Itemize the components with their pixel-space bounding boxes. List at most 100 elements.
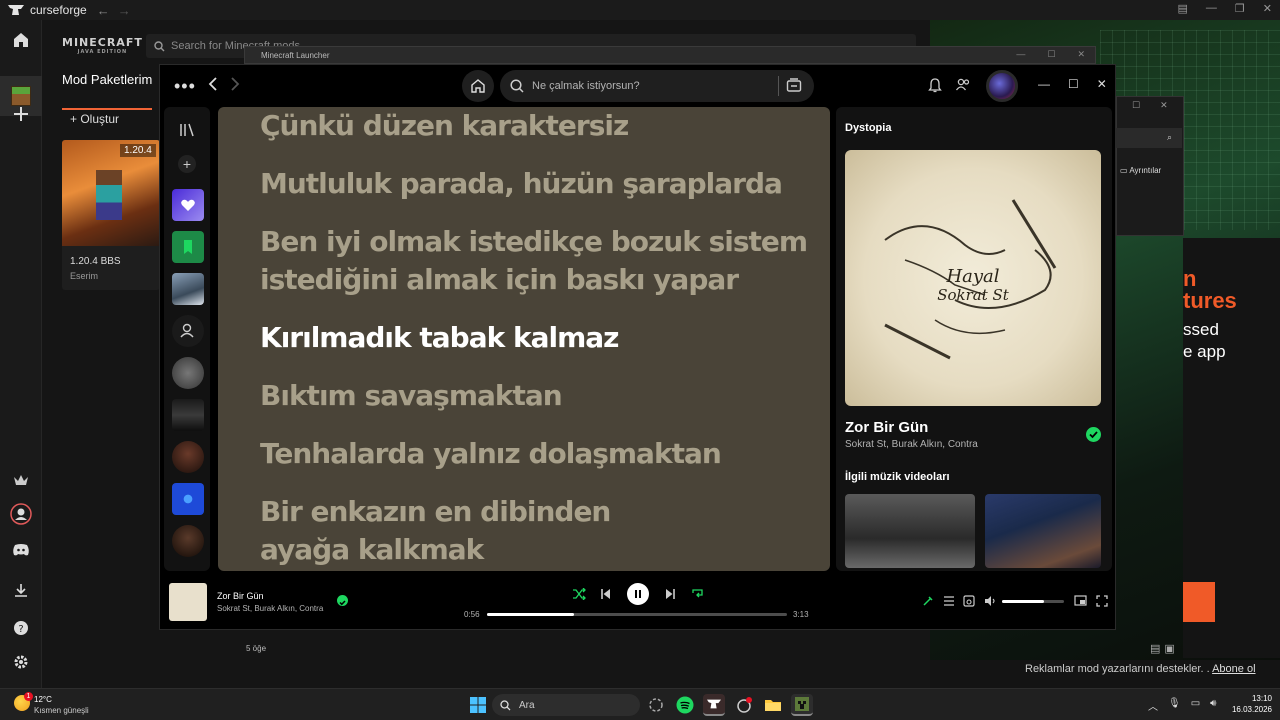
weather-temperature[interactable]: 12°C bbox=[34, 695, 52, 704]
curseforge-app-icon[interactable] bbox=[703, 694, 725, 716]
launcher-restore-icon[interactable]: ☐ bbox=[1047, 49, 1055, 60]
aux-close-icon[interactable]: ✕ bbox=[1160, 100, 1168, 111]
saved-check-icon[interactable] bbox=[1086, 427, 1101, 442]
track-title[interactable]: Zor Bir Gün bbox=[845, 419, 928, 436]
user-avatar[interactable] bbox=[986, 70, 1018, 102]
microphone-icon[interactable]: 🎙︎ bbox=[1168, 698, 1181, 713]
lyric-line[interactable]: Bir enkazın en dibinden bbox=[260, 495, 611, 528]
lyric-line[interactable]: Ben iyi olmak istedikçe bozuk sistem bbox=[260, 225, 808, 258]
more-options-icon[interactable]: ••• bbox=[174, 76, 196, 97]
spotify-minimize-icon[interactable]: — bbox=[1038, 77, 1050, 91]
tab-my-modpacks[interactable]: Mod Paketlerim bbox=[62, 70, 153, 110]
aux-restore-icon[interactable]: ☐ bbox=[1132, 100, 1140, 111]
forward-arrow-icon[interactable]: → bbox=[118, 3, 131, 18]
details-button[interactable]: ▭ Ayrıntılar bbox=[1120, 166, 1161, 175]
notifications-bell-icon[interactable] bbox=[928, 77, 942, 93]
lyric-line[interactable]: ayağa kalkmak bbox=[260, 533, 484, 566]
back-arrow-icon[interactable]: ← bbox=[97, 3, 110, 18]
app-with-notification-icon[interactable] bbox=[733, 694, 755, 716]
launcher-close-icon[interactable]: ✕ bbox=[1077, 49, 1085, 60]
fullscreen-icon[interactable] bbox=[1096, 595, 1108, 607]
volume-icon[interactable] bbox=[984, 595, 997, 607]
network-icon[interactable]: ▭ bbox=[1191, 698, 1200, 713]
lyric-line[interactable]: Mutluluk parada, hüzün şaraplarda bbox=[260, 167, 783, 200]
clock-time[interactable]: 13:10 bbox=[1232, 694, 1272, 703]
taskbar-search[interactable]: Ara bbox=[492, 694, 640, 716]
restore-icon[interactable]: ❐ bbox=[1235, 2, 1245, 15]
video-thumbnail-1[interactable] bbox=[845, 494, 975, 568]
windows-start-icon[interactable] bbox=[470, 697, 486, 713]
lyrics-icon[interactable] bbox=[922, 595, 934, 607]
library-icon[interactable] bbox=[179, 123, 195, 137]
download-icon[interactable] bbox=[9, 578, 33, 602]
discord-icon[interactable] bbox=[9, 538, 33, 562]
file-explorer-icon[interactable] bbox=[762, 694, 784, 716]
artist-item-2[interactable] bbox=[172, 441, 204, 473]
now-playing-title[interactable]: Zor Bir Gün bbox=[217, 591, 264, 601]
queue-icon[interactable] bbox=[943, 595, 955, 607]
connect-device-icon[interactable] bbox=[963, 595, 975, 607]
modpack-card[interactable]: 1.20.4 1.20.4 BBS Eserim bbox=[62, 140, 160, 290]
artist-item-3[interactable] bbox=[172, 525, 204, 557]
lyric-line[interactable]: Bıktım savaşmaktan bbox=[260, 379, 563, 412]
help-icon[interactable]: ? bbox=[9, 616, 33, 640]
home-icon[interactable] bbox=[9, 28, 33, 52]
create-playlist-icon[interactable]: + bbox=[178, 155, 196, 173]
minecraft-launcher-app-icon[interactable] bbox=[791, 694, 813, 716]
track-duration: 3:13 bbox=[793, 610, 809, 619]
mini-player-icon[interactable] bbox=[1074, 595, 1087, 607]
close-icon[interactable]: ✕ bbox=[1263, 2, 1272, 15]
friend-activity-icon[interactable] bbox=[955, 77, 971, 93]
repeat-icon[interactable] bbox=[691, 587, 704, 600]
minimize-icon[interactable]: — bbox=[1206, 2, 1217, 15]
browse-icon[interactable] bbox=[786, 77, 802, 93]
playlist-item-1[interactable] bbox=[172, 273, 204, 305]
spotify-maximize-icon[interactable]: ☐ bbox=[1068, 77, 1079, 91]
copilot-app-icon[interactable] bbox=[645, 694, 667, 716]
liked-songs-item[interactable] bbox=[172, 189, 204, 221]
home-button[interactable] bbox=[462, 70, 494, 102]
speaker-icon[interactable]: 🔊︎ bbox=[1210, 698, 1216, 713]
add-game-icon[interactable] bbox=[9, 102, 33, 126]
grid-view-icon[interactable]: ▣ bbox=[1164, 642, 1174, 655]
spotify-search-input[interactable]: Ne çalmak istiyorsun? bbox=[500, 70, 814, 102]
video-thumbnail-2[interactable] bbox=[985, 494, 1101, 568]
previous-track-icon[interactable] bbox=[601, 588, 611, 600]
lyric-line-active[interactable]: Kırılmadık tabak kalmaz bbox=[260, 321, 619, 354]
subscribe-link[interactable]: Abone ol bbox=[1212, 663, 1255, 675]
pause-button[interactable] bbox=[627, 583, 649, 605]
track-artists[interactable]: Sokrat St, Burak Alkın, Contra bbox=[845, 439, 978, 450]
auxiliary-search[interactable]: ⌕ bbox=[1116, 128, 1182, 148]
volume-slider[interactable] bbox=[1002, 600, 1064, 603]
artist-item-1[interactable] bbox=[172, 357, 204, 389]
playlist-item-2[interactable] bbox=[172, 399, 204, 431]
clock-date[interactable]: 16.03.2026 bbox=[1222, 705, 1272, 714]
artist-item-add[interactable] bbox=[172, 315, 204, 347]
ad-button[interactable] bbox=[1183, 582, 1215, 622]
profile-icon[interactable] bbox=[9, 502, 33, 526]
progress-bar[interactable] bbox=[487, 613, 787, 616]
now-playing-cover[interactable] bbox=[169, 583, 207, 621]
launcher-minimize-icon[interactable]: — bbox=[1016, 49, 1025, 60]
lyric-line[interactable]: Çünkü düzen karaktersiz bbox=[260, 109, 629, 142]
forward-chevron-icon[interactable] bbox=[230, 76, 240, 92]
tray-overflow-icon[interactable]: ︿ bbox=[1148, 698, 1158, 713]
crown-icon[interactable] bbox=[9, 468, 33, 492]
settings-gear-icon[interactable] bbox=[9, 650, 33, 674]
lyric-line[interactable]: istediğini almak için baskı yapar bbox=[260, 263, 739, 296]
create-button[interactable]: + Oluştur bbox=[70, 112, 119, 126]
spotify-close-icon[interactable]: ✕ bbox=[1097, 77, 1107, 91]
now-playing-saved-icon[interactable] bbox=[337, 595, 348, 606]
playlist-item-3[interactable] bbox=[172, 483, 204, 515]
playlist-context-title[interactable]: Dystopia bbox=[845, 122, 891, 134]
shuffle-icon[interactable] bbox=[572, 588, 586, 600]
list-view-icon[interactable]: ▤ bbox=[1150, 642, 1160, 655]
lyric-line[interactable]: Tenhalarda yalnız dolaşmaktan bbox=[260, 437, 722, 470]
spotify-app-icon[interactable] bbox=[674, 694, 696, 716]
weather-description[interactable]: Kısmen güneşli bbox=[34, 706, 89, 715]
now-playing-artists[interactable]: Sokrat St, Burak Alkın, Contra bbox=[217, 604, 323, 613]
back-chevron-icon[interactable] bbox=[208, 76, 218, 92]
your-episodes-item[interactable] bbox=[172, 231, 204, 263]
layout-icon[interactable]: ▤ bbox=[1178, 2, 1188, 15]
next-track-icon[interactable] bbox=[665, 588, 675, 600]
